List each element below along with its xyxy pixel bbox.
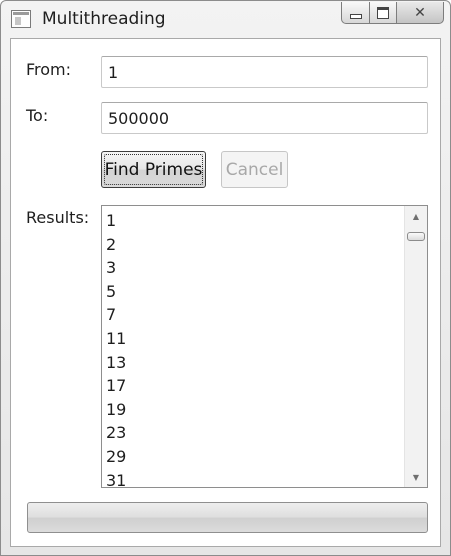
scroll-thumb[interactable] <box>407 232 425 241</box>
from-input[interactable]: 1 <box>101 56 428 88</box>
window-app-icon[interactable] <box>11 10 31 28</box>
scroll-up-icon[interactable]: ▲ <box>405 207 427 225</box>
list-item[interactable]: 23 <box>106 421 126 445</box>
list-item[interactable]: 19 <box>106 398 126 422</box>
maximize-icon <box>377 6 389 19</box>
window-title: Multithreading <box>42 9 166 29</box>
results-label: Results: <box>26 208 90 227</box>
caption-buttons: ✕ <box>341 2 444 24</box>
app-window: Multithreading ✕ From: 1 To: 500000 Find… <box>0 0 451 556</box>
title-bar[interactable]: Multithreading ✕ <box>1 1 450 38</box>
minimize-icon <box>349 13 362 19</box>
list-item[interactable]: 17 <box>106 374 126 398</box>
to-label: To: <box>26 106 49 125</box>
list-item[interactable]: 2 <box>106 233 126 257</box>
list-item[interactable]: 29 <box>106 445 126 469</box>
close-icon: ✕ <box>414 4 426 21</box>
to-input[interactable]: 500000 <box>101 102 428 134</box>
cancel-label: Cancel <box>225 159 284 180</box>
list-item[interactable]: 5 <box>106 280 126 304</box>
from-label: From: <box>26 60 72 79</box>
progress-bar <box>27 502 428 533</box>
results-scrollbar[interactable]: ▲ ▼ <box>404 206 427 487</box>
list-item[interactable]: 7 <box>106 303 126 327</box>
list-item[interactable]: 3 <box>106 256 126 280</box>
results-list: 1 2 3 5 7 11 13 17 19 23 29 31 <box>106 209 126 487</box>
close-button[interactable]: ✕ <box>396 2 444 24</box>
list-item[interactable]: 11 <box>106 327 126 351</box>
find-primes-label: Find Primes <box>104 159 203 180</box>
list-item[interactable]: 1 <box>106 209 126 233</box>
list-item[interactable]: 13 <box>106 351 126 375</box>
minimize-button[interactable] <box>341 2 369 24</box>
find-primes-button[interactable]: Find Primes <box>101 151 206 188</box>
cancel-button[interactable]: Cancel <box>221 151 288 188</box>
client-area: From: 1 To: 500000 Find Primes Cancel Re… <box>10 38 441 547</box>
results-listbox[interactable]: 1 2 3 5 7 11 13 17 19 23 29 31 ▲ ▼ <box>101 205 428 488</box>
list-item[interactable]: 31 <box>106 469 126 487</box>
maximize-button[interactable] <box>369 2 396 24</box>
scroll-down-icon[interactable]: ▼ <box>405 468 427 486</box>
